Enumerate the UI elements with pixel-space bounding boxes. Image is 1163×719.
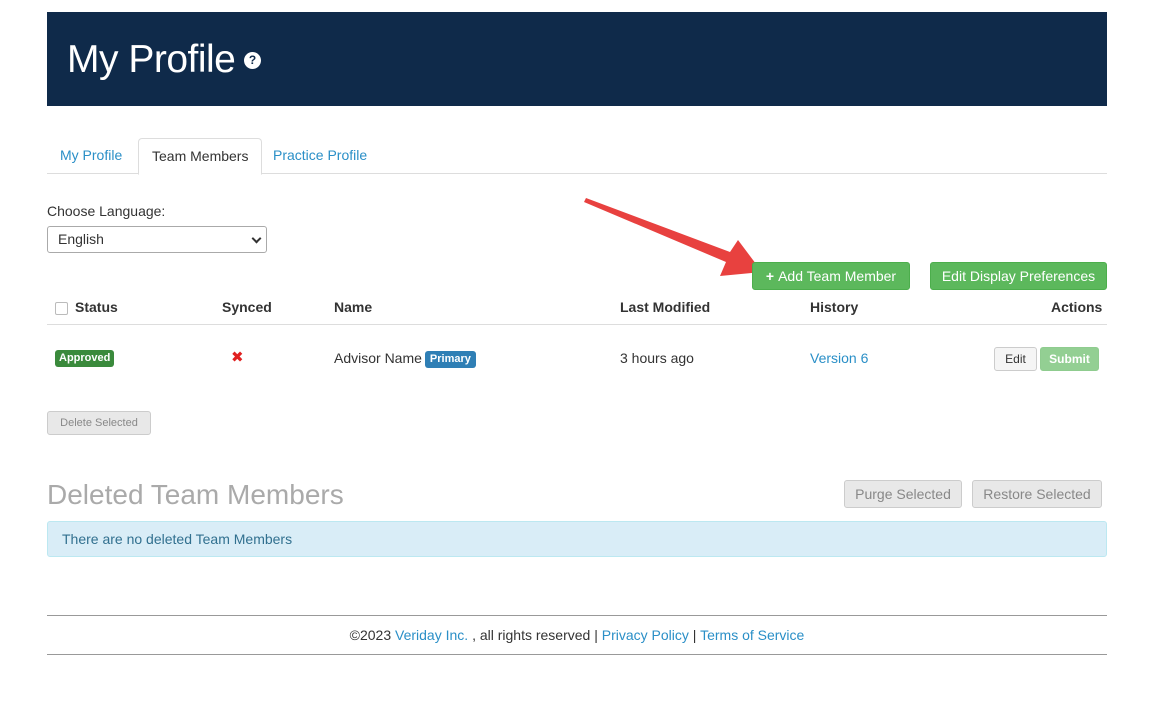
add-team-member-label: Add Team Member [778, 268, 897, 284]
tab-my-profile[interactable]: My Profile [47, 138, 135, 174]
tab-practice-profile[interactable]: Practice Profile [260, 138, 380, 174]
column-header-last-modified[interactable]: Last Modified [620, 299, 710, 315]
status-badge: Approved [55, 350, 115, 367]
page-title: My Profile [67, 38, 236, 81]
add-team-member-button[interactable]: + Add Team Member [752, 262, 910, 290]
terms-of-service-link[interactable]: Terms of Service [700, 627, 804, 643]
column-header-name[interactable]: Name [334, 299, 372, 315]
history-version-link[interactable]: Version 6 [810, 350, 868, 366]
copyright-text: ©2023 [349, 627, 392, 643]
member-name-cell: Advisor Name Primary [334, 350, 476, 368]
company-link[interactable]: Veriday Inc. [395, 627, 468, 643]
footer-divider: | [594, 627, 598, 643]
edit-button[interactable]: Edit [994, 347, 1037, 371]
primary-badge: Primary [424, 351, 476, 368]
tab-team-members[interactable]: Team Members [138, 138, 263, 175]
purge-selected-button[interactable]: Purge Selected [844, 480, 962, 508]
profile-tabs: My Profile Team Members Practice Profile [47, 138, 1107, 175]
column-header-actions: Actions [1051, 299, 1103, 315]
footer-bottom-divider [47, 654, 1107, 655]
empty-deleted-message: There are no deleted Team Members [47, 521, 1107, 557]
edit-display-preferences-button[interactable]: Edit Display Preferences [930, 262, 1107, 290]
annotation-arrow-icon [584, 198, 762, 276]
rights-text: , all rights reserved [472, 627, 591, 643]
table-header-divider [47, 324, 1107, 325]
language-label: Choose Language: [47, 203, 166, 219]
footer: ©2023 Veriday Inc. , all rights reserved… [47, 627, 1107, 643]
footer-top-divider [47, 615, 1107, 616]
chevron-down-icon [251, 233, 262, 244]
language-selected-value: English [58, 231, 104, 247]
select-all-checkbox[interactable] [55, 302, 68, 315]
last-modified-cell: 3 hours ago [620, 350, 694, 366]
delete-selected-button[interactable]: Delete Selected [47, 411, 151, 435]
plus-icon: + [765, 268, 775, 284]
x-icon: ✖ [231, 349, 244, 366]
question-circle-icon[interactable]: ? [244, 52, 261, 69]
restore-selected-button[interactable]: Restore Selected [972, 480, 1102, 508]
page-header: My Profile ? [47, 12, 1107, 106]
column-header-history[interactable]: History [810, 299, 858, 315]
submit-button: Submit [1040, 347, 1099, 371]
deleted-section-title: Deleted Team Members [47, 479, 344, 510]
column-header-synced[interactable]: Synced [222, 299, 272, 315]
column-header-status[interactable]: Status [75, 299, 118, 315]
footer-divider: | [692, 627, 697, 643]
language-select[interactable]: English [47, 226, 267, 253]
member-name: Advisor Name [334, 350, 422, 366]
privacy-policy-link[interactable]: Privacy Policy [602, 627, 689, 643]
